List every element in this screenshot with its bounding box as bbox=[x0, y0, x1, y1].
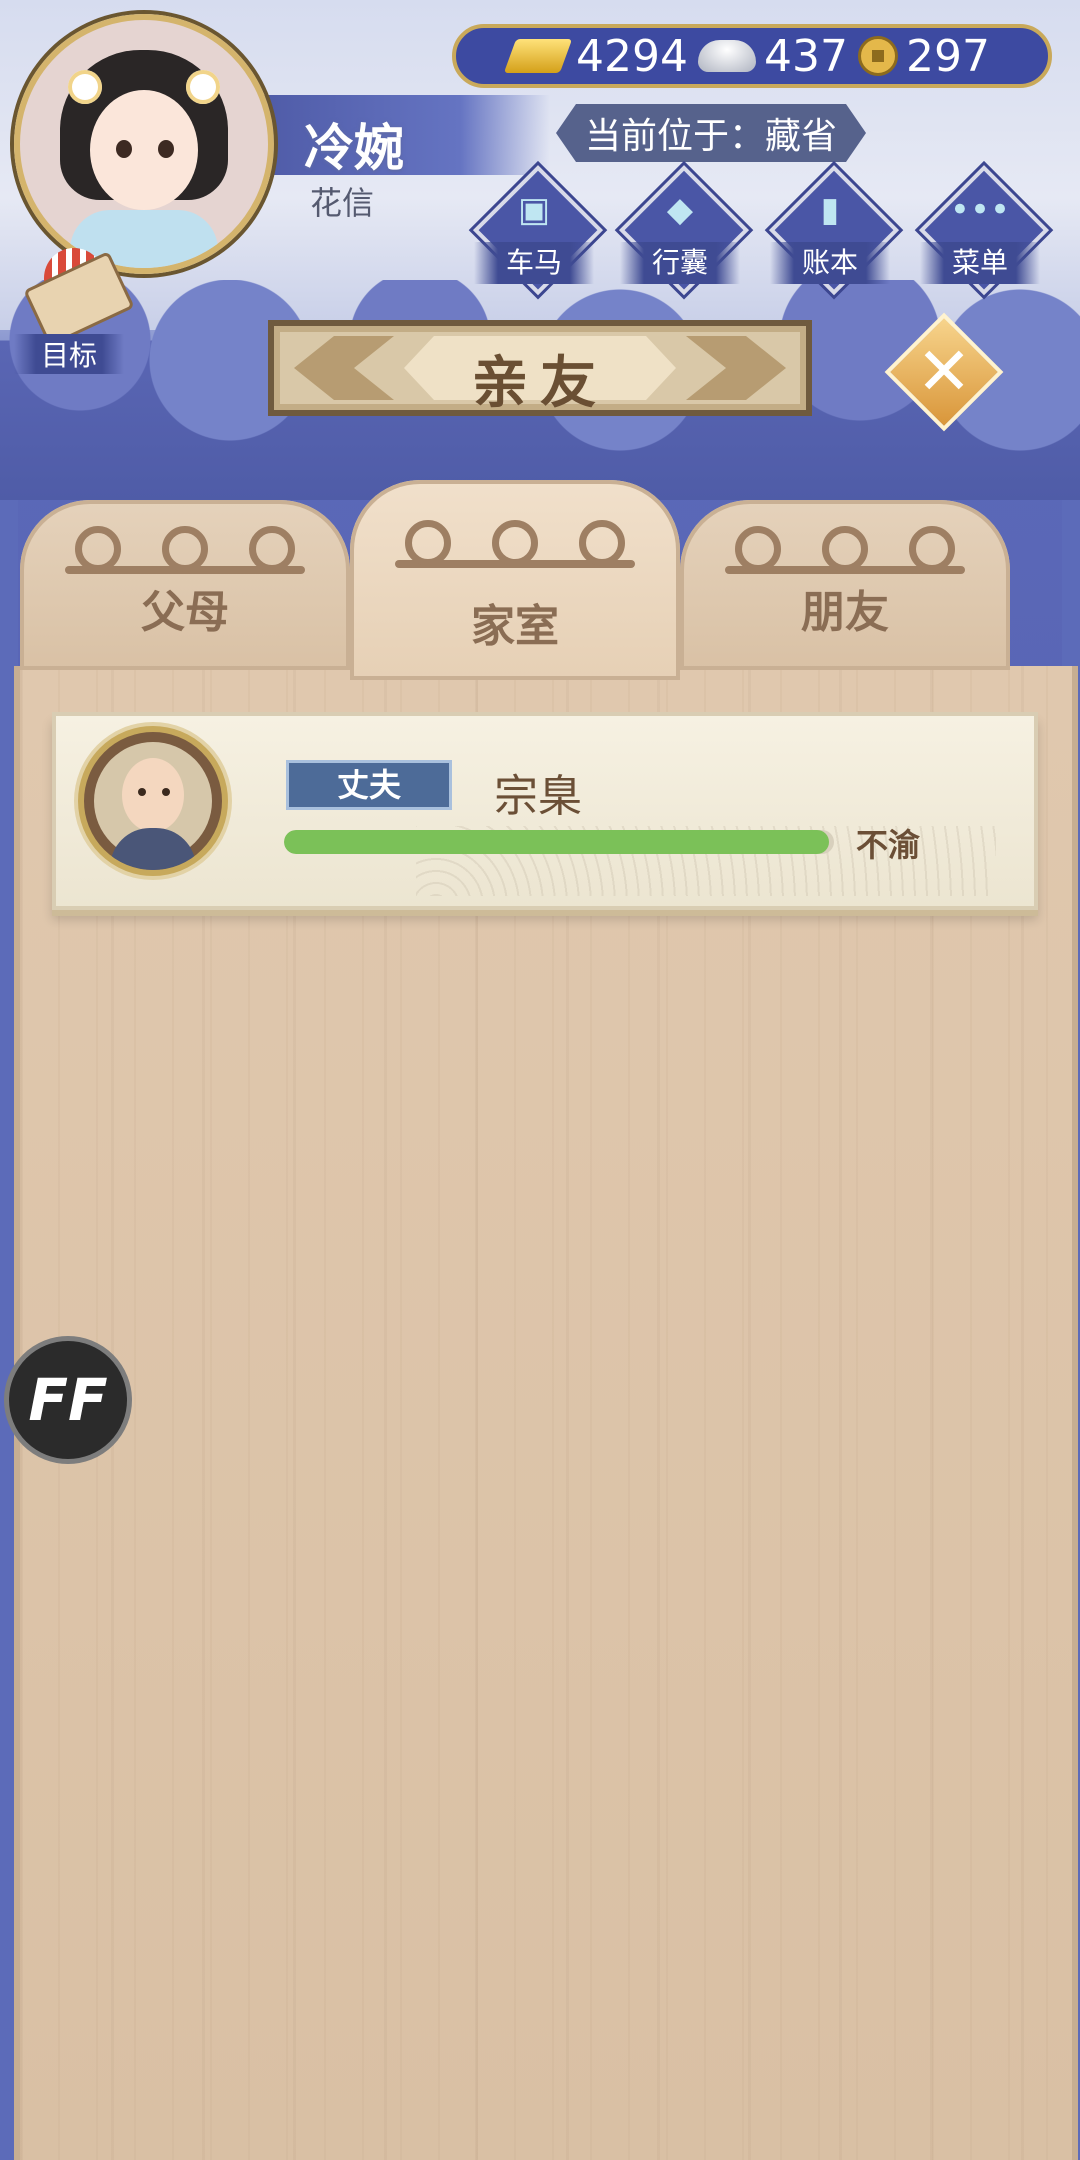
affection-bar-fill bbox=[284, 830, 829, 854]
relative-name: 宗臬 bbox=[494, 771, 582, 822]
ornament-swirl bbox=[579, 520, 625, 566]
more-icon: ••• bbox=[949, 190, 1011, 230]
player-name: 冷婉 bbox=[304, 119, 404, 177]
menu-button-ledger[interactable]: ▮ 账本 bbox=[768, 165, 900, 296]
tab-label: 父母 bbox=[141, 587, 229, 638]
relation-status: 不渝 bbox=[856, 826, 921, 864]
tab-parents[interactable]: 父母 bbox=[20, 500, 350, 670]
bag-icon: ◆ bbox=[666, 190, 694, 230]
menu-label: 菜单 bbox=[920, 242, 1040, 284]
menu-button-more[interactable]: ••• 菜单 bbox=[918, 165, 1050, 296]
ornament-swirl bbox=[75, 526, 121, 572]
ledger-icon: ▮ bbox=[820, 190, 840, 230]
relative-avatar[interactable] bbox=[78, 726, 228, 876]
fast-forward-button[interactable]: FF bbox=[4, 1336, 132, 1464]
avatar-head bbox=[122, 758, 184, 832]
menu-label: 车马 bbox=[474, 242, 594, 284]
coin-amount: 297 bbox=[906, 30, 990, 82]
ornament-swirl bbox=[909, 526, 955, 572]
ornament-swirl bbox=[249, 526, 295, 572]
page-title: 亲友 bbox=[472, 351, 608, 416]
ornament-swirl bbox=[492, 520, 538, 566]
current-location: 当前位于：藏省 bbox=[556, 104, 866, 162]
gold-currency: 4294 bbox=[503, 30, 689, 82]
gold-amount: 4294 bbox=[576, 30, 689, 82]
goal-label: 目标 bbox=[14, 334, 124, 374]
tab-label: 家室 bbox=[471, 601, 559, 652]
ornament-swirl bbox=[822, 526, 868, 572]
ornament-swirl bbox=[405, 520, 451, 566]
player-subtitle: 花信 bbox=[310, 184, 375, 222]
menu-button-bag[interactable]: ◆ 行囊 bbox=[618, 165, 750, 296]
title-plate: 亲友 bbox=[268, 320, 812, 416]
hair-flower-icon bbox=[186, 70, 220, 104]
avatar-eye-right bbox=[162, 788, 170, 796]
ornament-swirl bbox=[162, 526, 208, 572]
menu-label: 账本 bbox=[770, 242, 890, 284]
avatar-eye-left bbox=[138, 788, 146, 796]
relation-badge: 丈夫 bbox=[286, 760, 452, 810]
hair-flower-icon bbox=[68, 70, 102, 104]
copper-coin-icon bbox=[858, 36, 899, 76]
tab-family[interactable]: 家室 bbox=[350, 480, 680, 680]
menu-button-carriage[interactable]: ▣ 车马 bbox=[472, 165, 604, 296]
avatar-eye-right bbox=[158, 140, 174, 158]
silver-amount: 437 bbox=[764, 30, 849, 82]
currency-bar: 4294 437 297 bbox=[452, 24, 1052, 88]
silver-currency: 437 bbox=[698, 31, 848, 82]
goal-button[interactable]: 目标 bbox=[14, 248, 135, 374]
silver-ingot-icon bbox=[698, 40, 757, 72]
tab-friends[interactable]: 朋友 bbox=[680, 500, 1010, 670]
affection-bar bbox=[284, 830, 834, 854]
avatar-eye-left bbox=[116, 140, 132, 158]
gold-ingot-icon bbox=[503, 39, 573, 73]
scroll-icon bbox=[23, 251, 135, 347]
avatar-face bbox=[90, 90, 198, 210]
player-avatar[interactable] bbox=[14, 14, 274, 274]
carriage-icon: ▣ bbox=[517, 190, 551, 230]
tab-label: 朋友 bbox=[801, 587, 889, 638]
cloud-ornament bbox=[395, 520, 635, 580]
coin-currency: 297 bbox=[858, 31, 990, 82]
menu-label: 行囊 bbox=[620, 242, 740, 284]
ornament-swirl bbox=[735, 526, 781, 572]
